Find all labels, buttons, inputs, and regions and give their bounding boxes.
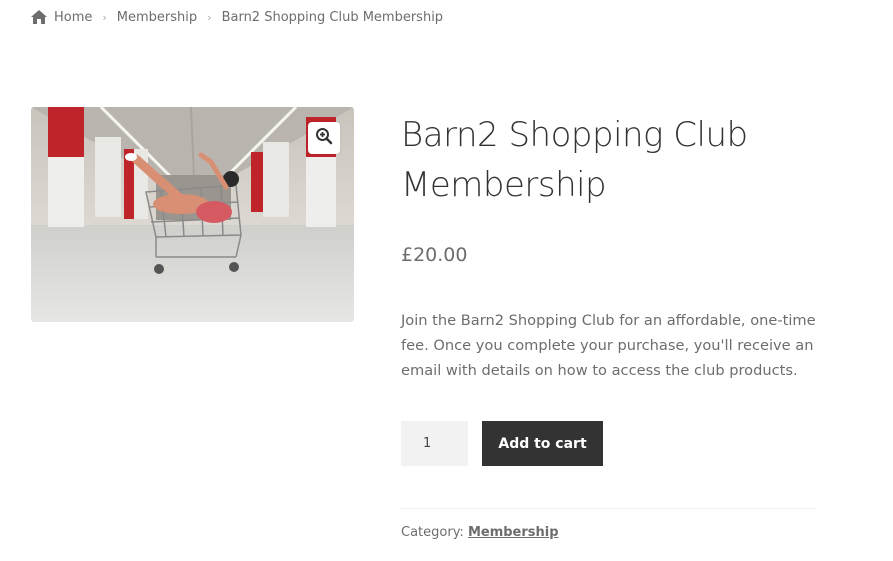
product-image[interactable] [31, 107, 354, 322]
zoom-button[interactable] [308, 122, 340, 154]
breadcrumb: Home › Membership › Barn2 Shopping Club … [31, 8, 443, 26]
divider [401, 508, 817, 509]
breadcrumb-home-link[interactable]: Home [54, 10, 92, 25]
breadcrumb-current: Barn2 Shopping Club Membership [221, 9, 444, 25]
product-price: £20.00 [401, 244, 468, 266]
quantity-input[interactable] [401, 421, 468, 466]
category-label: Category: [401, 525, 468, 540]
add-to-cart-button[interactable]: Add to cart [482, 421, 603, 466]
breadcrumb-category-link[interactable]: Membership [117, 10, 197, 25]
magnifier-plus-icon [315, 127, 333, 149]
category-link[interactable]: Membership [468, 525, 559, 540]
product-meta: Category: Membership [401, 525, 559, 540]
chevron-right-icon: › [207, 10, 212, 24]
product-description: Join the Barn2 Shopping Club for an affo… [401, 312, 816, 379]
product-photo [31, 107, 354, 322]
product-title: Barn2 Shopping Club Membership [401, 115, 748, 205]
home-icon [31, 10, 47, 24]
chevron-right-icon: › [102, 10, 107, 24]
